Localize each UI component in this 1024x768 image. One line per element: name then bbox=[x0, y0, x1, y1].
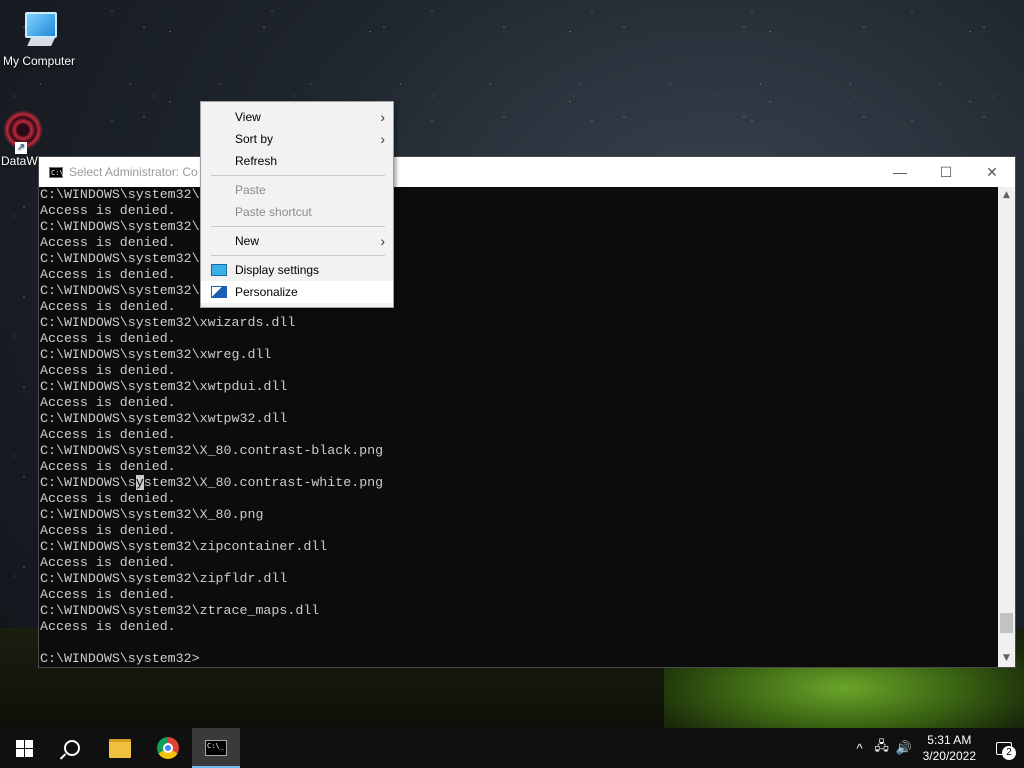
cmd-scrollbar[interactable]: ▲ ▼ bbox=[998, 187, 1015, 667]
cmd-app-icon: C:\ bbox=[49, 166, 64, 178]
menu-separator bbox=[211, 255, 385, 256]
console-line: Access is denied. bbox=[40, 363, 176, 378]
menu-item-view[interactable]: View › bbox=[201, 106, 393, 128]
console-line: Access is denied. bbox=[40, 203, 176, 218]
display-settings-icon bbox=[211, 264, 227, 276]
cmd-window-title: Select Administrator: Co bbox=[69, 165, 198, 179]
menu-item-refresh[interactable]: Refresh bbox=[201, 150, 393, 172]
console-line: Access is denied. bbox=[40, 299, 176, 314]
console-line: C:\WINDOWS\system32\zipfldr.dll bbox=[40, 571, 288, 586]
console-line: C:\WINDOWS\system32\ bbox=[40, 251, 200, 266]
console-line: C:\WINDOWS\system32\ bbox=[40, 219, 200, 234]
taskbar-file-explorer[interactable] bbox=[96, 728, 144, 768]
console-line: C:\WINDOWS\system32\xwizards.dll bbox=[40, 315, 296, 330]
system-tray: ^ 🖧 🔊 5:31 AM 3/20/2022 2 bbox=[849, 728, 1024, 768]
console-line: Access is denied. bbox=[40, 427, 176, 442]
clock-time: 5:31 AM bbox=[927, 733, 972, 747]
text-selection: y bbox=[135, 475, 144, 490]
menu-item-label: Refresh bbox=[235, 154, 278, 168]
console-line: Access is denied. bbox=[40, 459, 176, 474]
search-button[interactable] bbox=[48, 728, 96, 768]
console-line: Access is denied. bbox=[40, 523, 176, 538]
menu-item-label: Display settings bbox=[235, 263, 320, 277]
menu-item-label: View bbox=[235, 110, 261, 124]
menu-item-personalize[interactable]: Personalize bbox=[201, 281, 393, 303]
console-line: Access is denied. bbox=[40, 555, 176, 570]
menu-item-label: New bbox=[235, 234, 260, 248]
search-icon bbox=[64, 740, 80, 756]
desktop-context-menu: View › Sort by › Refresh Paste Paste sho… bbox=[200, 101, 394, 308]
computer-icon bbox=[15, 8, 63, 52]
action-center-button[interactable]: 2 bbox=[984, 728, 1024, 768]
menu-item-sort-by[interactable]: Sort by › bbox=[201, 128, 393, 150]
console-line: C:\WINDOWS\system32\X_80.contrast-black.… bbox=[40, 443, 384, 458]
close-button[interactable]: ✕ bbox=[969, 157, 1015, 187]
clock-date: 3/20/2022 bbox=[922, 749, 976, 763]
menu-item-display-settings[interactable]: Display settings bbox=[201, 259, 393, 281]
console-line: C:\WINDOWS\system32\ bbox=[40, 187, 200, 202]
menu-item-label: Sort by bbox=[235, 132, 274, 146]
personalize-icon bbox=[211, 286, 227, 298]
chevron-right-icon: › bbox=[380, 233, 385, 249]
start-button[interactable] bbox=[0, 728, 48, 768]
menu-item-paste: Paste bbox=[201, 179, 393, 201]
network-icon[interactable]: 🖧 bbox=[871, 737, 893, 759]
console-line: Access is denied. bbox=[40, 267, 176, 282]
scroll-up-arrow-icon[interactable]: ▲ bbox=[998, 187, 1015, 204]
desktop-icon-label: My Computer bbox=[2, 54, 76, 68]
console-line: Access is denied. bbox=[40, 331, 176, 346]
taskbar: C:\_ ^ 🖧 🔊 5:31 AM 3/20/2022 2 bbox=[0, 728, 1024, 768]
command-prompt-icon: C:\_ bbox=[205, 740, 227, 756]
cmd-window[interactable]: C:\ Select Administrator: Co — ☐ ✕ C:\WI… bbox=[38, 156, 1016, 668]
console-line: Access is denied. bbox=[40, 587, 176, 602]
chevron-right-icon: › bbox=[380, 109, 385, 125]
cmd-titlebar[interactable]: C:\ Select Administrator: Co — ☐ ✕ bbox=[39, 157, 1015, 187]
console-line: Access is denied. bbox=[40, 235, 176, 250]
console-line: C:\WINDOWS\system32\xwtpdui.dll bbox=[40, 379, 288, 394]
menu-item-new[interactable]: New › bbox=[201, 230, 393, 252]
shortcut-arrow-icon: ↗ bbox=[15, 142, 27, 154]
console-text: stem32\X_80.contrast-white.png bbox=[143, 475, 384, 490]
maximize-button[interactable]: ☐ bbox=[923, 157, 969, 187]
menu-item-label: Paste bbox=[235, 183, 266, 197]
minimize-button[interactable]: — bbox=[877, 157, 923, 187]
scroll-down-arrow-icon[interactable]: ▼ bbox=[998, 650, 1015, 667]
console-line: Access is denied. bbox=[40, 395, 176, 410]
console-line: C:\WINDOWS\system32\ bbox=[40, 283, 200, 298]
console-line: C:\WINDOWS\system32\X_80.contrast-white.… bbox=[40, 475, 998, 491]
taskbar-clock[interactable]: 5:31 AM 3/20/2022 bbox=[915, 732, 984, 764]
console-line: C:\WINDOWS\system32\ztrace_maps.dll bbox=[40, 603, 320, 618]
console-line: Access is denied. bbox=[40, 619, 176, 634]
notification-count-badge: 2 bbox=[1002, 746, 1016, 760]
console-line: C:\WINDOWS\system32\xwreg.dll bbox=[40, 347, 272, 362]
menu-separator bbox=[211, 226, 385, 227]
chevron-right-icon: › bbox=[380, 131, 385, 147]
cmd-console-output[interactable]: C:\WINDOWS\system32\ Access is denied. C:\… bbox=[39, 187, 998, 667]
console-text: C:\WINDOWS\s bbox=[40, 475, 136, 490]
console-line: Access is denied. bbox=[40, 491, 176, 506]
menu-separator bbox=[211, 175, 385, 176]
menu-item-paste-shortcut: Paste shortcut bbox=[201, 201, 393, 223]
desktop-icon-label: DataW bbox=[1, 154, 38, 168]
desktop-icon-my-computer[interactable]: My Computer bbox=[1, 8, 77, 68]
windows-logo-icon bbox=[15, 739, 33, 757]
desktop-icon-dataw[interactable]: ↗ DataW bbox=[1, 108, 43, 168]
taskbar-command-prompt[interactable]: C:\_ bbox=[192, 728, 240, 768]
taskbar-chrome[interactable] bbox=[144, 728, 192, 768]
chevron-up-icon[interactable]: ^ bbox=[849, 741, 871, 756]
dataw-app-icon: ↗ bbox=[1, 108, 45, 154]
menu-item-label: Personalize bbox=[235, 285, 298, 299]
volume-icon[interactable]: 🔊 bbox=[893, 740, 915, 756]
scroll-thumb[interactable] bbox=[1000, 613, 1013, 633]
console-line: C:\WINDOWS\system32\zipcontainer.dll bbox=[40, 539, 328, 554]
folder-icon bbox=[109, 738, 131, 758]
menu-item-label: Paste shortcut bbox=[235, 205, 312, 219]
console-line: C:\WINDOWS\system32> bbox=[40, 651, 200, 666]
chrome-icon bbox=[157, 737, 179, 759]
console-line: C:\WINDOWS\system32\xwtpw32.dll bbox=[40, 411, 288, 426]
console-line: C:\WINDOWS\system32\X_80.png bbox=[40, 507, 264, 522]
